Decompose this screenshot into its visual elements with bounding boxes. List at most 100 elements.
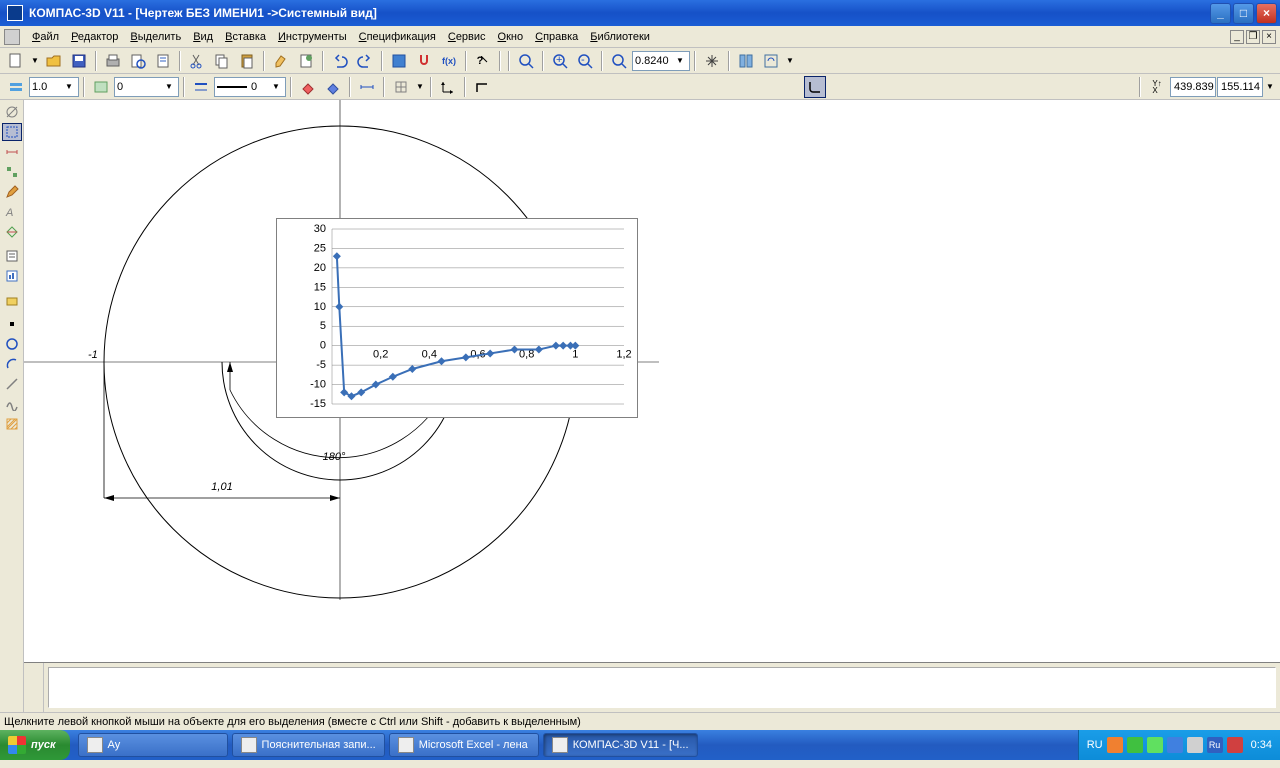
- spec-icon[interactable]: [2, 247, 22, 265]
- drawing-canvas[interactable]: 1,01 180° -1 -15-10-50510152025300,20,40…: [24, 100, 1280, 712]
- rebuild-button[interactable]: [735, 50, 757, 72]
- open-button[interactable]: [43, 50, 65, 72]
- erase-button[interactable]: [297, 76, 319, 98]
- message-box[interactable]: [48, 667, 1276, 708]
- edit-icon[interactable]: [2, 183, 22, 201]
- params-icon[interactable]: A: [2, 203, 22, 221]
- menu-файл[interactable]: Файл: [26, 29, 65, 45]
- state-button[interactable]: [5, 76, 27, 98]
- save-button[interactable]: [68, 50, 90, 72]
- minimize-button[interactable]: _: [1210, 3, 1231, 24]
- line-tool[interactable]: [2, 375, 22, 393]
- taskbar-button[interactable]: КОМПАС-3D V11 - [Ч...: [543, 733, 698, 757]
- taskbar-button[interactable]: Ау: [78, 733, 228, 757]
- menu-редактор[interactable]: Редактор: [65, 29, 124, 45]
- redo-button[interactable]: [354, 50, 376, 72]
- document-properties-button[interactable]: [295, 50, 317, 72]
- point-tool[interactable]: [2, 315, 22, 333]
- tray-icon[interactable]: [1167, 737, 1183, 753]
- menu-сервис[interactable]: Сервис: [442, 29, 492, 45]
- coord-y-field[interactable]: 155.114: [1217, 77, 1263, 97]
- coords-button[interactable]: Y↑X: [1146, 76, 1168, 98]
- toolbar2-drop[interactable]: ▼: [1265, 76, 1275, 98]
- copy-button[interactable]: [211, 50, 233, 72]
- layer-combo[interactable]: 0▼: [114, 77, 179, 97]
- format-painter-button[interactable]: [270, 50, 292, 72]
- arc-tool[interactable]: [2, 355, 22, 373]
- undo-button[interactable]: [329, 50, 351, 72]
- tray-lang-icon[interactable]: Ru: [1207, 737, 1223, 753]
- erase-in-button[interactable]: [322, 76, 344, 98]
- grid-drop[interactable]: ▼: [415, 76, 425, 98]
- clock[interactable]: 0:34: [1251, 739, 1272, 751]
- menu-справка[interactable]: Справка: [529, 29, 584, 45]
- tray-icon[interactable]: [1127, 737, 1143, 753]
- refresh-button[interactable]: [760, 50, 782, 72]
- svg-text:20: 20: [314, 262, 326, 274]
- message-panel-handle[interactable]: [24, 663, 44, 712]
- circle-tool[interactable]: [2, 335, 22, 353]
- tray-icon[interactable]: [1107, 737, 1123, 753]
- lang-indicator[interactable]: RU: [1087, 739, 1103, 751]
- pan-button[interactable]: [701, 50, 723, 72]
- scale-combo[interactable]: 1.0▼: [29, 77, 79, 97]
- menu-выделить[interactable]: Выделить: [124, 29, 187, 45]
- select-icon[interactable]: [2, 123, 22, 141]
- spline-tool[interactable]: [2, 395, 22, 413]
- close-button[interactable]: ×: [1256, 3, 1277, 24]
- properties-button[interactable]: [152, 50, 174, 72]
- dimensions-icon[interactable]: [2, 143, 22, 161]
- help-button[interactable]: ?: [472, 50, 494, 72]
- mdi-minimize-button[interactable]: _: [1230, 30, 1244, 44]
- snap-button[interactable]: [413, 50, 435, 72]
- status-hint: Щелкните левой кнопкой мыши на объекте д…: [4, 716, 581, 728]
- cut-button[interactable]: [186, 50, 208, 72]
- reports-icon[interactable]: [2, 267, 22, 285]
- variables-button[interactable]: f(x): [438, 50, 460, 72]
- paste-button[interactable]: [236, 50, 258, 72]
- taskbar-button[interactable]: Пояснительная запи...: [232, 733, 385, 757]
- grid-button[interactable]: [390, 76, 412, 98]
- menu-вид[interactable]: Вид: [187, 29, 219, 45]
- view-toolbar: 1.0▼ 0▼ 0▼ ▼ Y↑X 439.839 155.114 ▼: [0, 74, 1280, 100]
- insert-icon[interactable]: [2, 291, 22, 309]
- coord-x-field[interactable]: 439.839: [1170, 77, 1216, 97]
- menu-инструменты[interactable]: Инструменты: [272, 29, 353, 45]
- new-button[interactable]: [5, 50, 27, 72]
- measure-icon[interactable]: [2, 223, 22, 241]
- linestyle-button[interactable]: [190, 76, 212, 98]
- neg1-label: -1: [88, 349, 98, 361]
- hatch-tool[interactable]: [2, 415, 22, 433]
- tray-icon[interactable]: [1147, 737, 1163, 753]
- menu-спецификация[interactable]: Спецификация: [353, 29, 442, 45]
- maximize-button[interactable]: □: [1233, 3, 1254, 24]
- lcs-button[interactable]: [437, 76, 459, 98]
- tray-icon[interactable]: [1227, 737, 1243, 753]
- menu-библиотеки[interactable]: Библиотеки: [584, 29, 656, 45]
- designation-icon[interactable]: [2, 163, 22, 181]
- mdi-restore-button[interactable]: ❐: [1246, 30, 1260, 44]
- geometry-icon[interactable]: [2, 103, 22, 121]
- dimension-button[interactable]: [356, 76, 378, 98]
- menu-вставка[interactable]: Вставка: [219, 29, 272, 45]
- layer-state-button[interactable]: [90, 76, 112, 98]
- ortho-button[interactable]: [471, 76, 493, 98]
- print-button[interactable]: [102, 50, 124, 72]
- preview-button[interactable]: [127, 50, 149, 72]
- tray-icon[interactable]: [1187, 737, 1203, 753]
- zoom-scale-button[interactable]: [608, 50, 630, 72]
- zoom-out-button[interactable]: -: [574, 50, 596, 72]
- zoom-fit-button[interactable]: [515, 50, 537, 72]
- menu-окно[interactable]: Окно: [492, 29, 530, 45]
- taskbar-button[interactable]: Microsoft Excel - лена: [389, 733, 539, 757]
- round-button[interactable]: [804, 76, 826, 98]
- zoom-combo[interactable]: 0.8240▼: [632, 51, 690, 71]
- toolbar-drop[interactable]: ▼: [785, 50, 795, 72]
- mdi-close-button[interactable]: ×: [1262, 30, 1276, 44]
- style-combo[interactable]: 0▼: [214, 77, 286, 97]
- new-dropdown[interactable]: ▼: [30, 50, 40, 72]
- manager-button[interactable]: [388, 50, 410, 72]
- zoom-in-button[interactable]: +: [549, 50, 571, 72]
- document-icon[interactable]: [4, 29, 20, 45]
- start-button[interactable]: пуск: [0, 730, 70, 760]
